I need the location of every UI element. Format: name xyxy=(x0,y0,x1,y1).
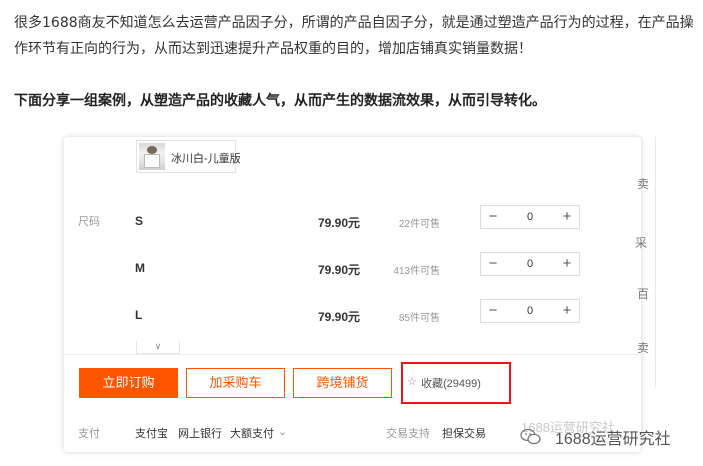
edge-glyph: 卖 xyxy=(637,177,650,191)
quantity-input[interactable]: 0 xyxy=(505,253,555,275)
size-name: S xyxy=(135,214,144,228)
chevron-down-icon[interactable]: ⌄ xyxy=(278,425,287,438)
divider xyxy=(655,137,656,387)
expand-sizes-button[interactable]: ∨ xyxy=(136,341,180,354)
quantity-stepper: − 0 + xyxy=(480,299,580,323)
size-price: 79.90元 xyxy=(317,263,360,277)
add-to-cart-button[interactable]: 加采购车 xyxy=(186,368,285,398)
size-row-s: S 79.90元 22件可售 − 0 + xyxy=(64,203,641,243)
chat-bubble-icon xyxy=(520,428,541,445)
size-row-l: L 79.90元 85件可售 − 0 + xyxy=(64,297,641,337)
adjacent-panel-edge: 卖 采 百 卖 xyxy=(635,137,703,387)
article-intro: 很多1688商友不知道怎么去运营产品因子分，所谓的产品自因子分，就是通过塑造产品… xyxy=(14,15,694,57)
increase-button[interactable]: + xyxy=(555,206,579,228)
payment-method-bank[interactable]: 网上银行 xyxy=(178,425,222,441)
chevron-down-icon: ∨ xyxy=(154,341,162,351)
product-thumbnail xyxy=(139,143,165,170)
product-purchase-panel: 冰川白-儿童版 尺码 S 79.90元 22件可售 − 0 + M 79.90元… xyxy=(64,137,641,452)
favorite-button[interactable]: ☆ 收藏(29499) xyxy=(401,362,511,404)
size-name: L xyxy=(135,308,143,322)
quantity-stepper: − 0 + xyxy=(480,252,580,276)
article-headline: 下面分享一组案例，从塑造产品的收藏人气，从而产生的数据流效果，从而引导转化。 xyxy=(14,93,546,109)
quantity-input[interactable]: 0 xyxy=(505,300,555,322)
size-stock: 22件可售 xyxy=(398,219,440,230)
watermark-text: 1688运营研究社 xyxy=(555,431,671,448)
trade-support-value: 担保交易 xyxy=(442,428,486,440)
divider xyxy=(64,354,641,355)
decrease-button[interactable]: − xyxy=(481,253,505,275)
color-option-label: 冰川白-儿童版 xyxy=(171,153,241,165)
payment-method-alipay[interactable]: 支付宝 xyxy=(135,425,168,441)
payment-label: 支付 xyxy=(78,428,100,440)
star-icon: ☆ xyxy=(407,376,417,388)
increase-button[interactable]: + xyxy=(555,300,579,322)
watermark: 1688运营研究社 1688运营研究社 xyxy=(515,417,695,461)
edge-glyph: 采 xyxy=(635,236,648,250)
edge-glyph: 卖 xyxy=(637,341,650,355)
decrease-button[interactable]: − xyxy=(481,300,505,322)
payment-method-large[interactable]: 大额支付 xyxy=(230,425,274,441)
size-price: 79.90元 xyxy=(317,216,360,230)
color-option[interactable]: 冰川白-儿童版 xyxy=(136,140,241,173)
quantity-stepper: − 0 + xyxy=(480,205,580,229)
size-row-m: M 79.90元 413件可售 − 0 + xyxy=(64,250,641,290)
size-stock: 413件可售 xyxy=(393,266,440,277)
quantity-input[interactable]: 0 xyxy=(505,206,555,228)
size-stock: 85件可售 xyxy=(398,313,440,324)
decrease-button[interactable]: − xyxy=(481,206,505,228)
increase-button[interactable]: + xyxy=(555,253,579,275)
buy-now-button[interactable]: 立即订购 xyxy=(79,368,178,398)
favorite-count: 收藏(29499) xyxy=(421,378,481,390)
cross-border-button[interactable]: 跨境铺货 xyxy=(293,368,392,398)
size-name: M xyxy=(135,261,145,275)
trade-support-label: 交易支持 xyxy=(386,428,430,440)
size-price: 79.90元 xyxy=(317,310,360,324)
edge-glyph: 百 xyxy=(637,287,650,301)
